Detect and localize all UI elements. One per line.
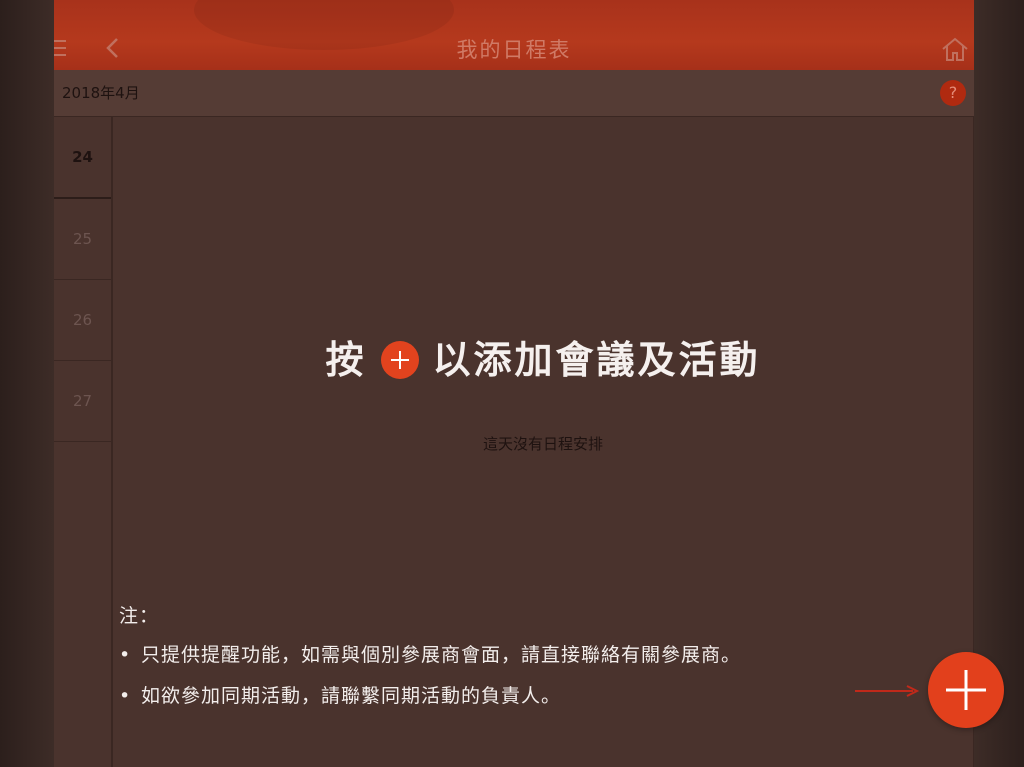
schedule-panel: 按 以添加會議及活動 這天沒有日程安排 注： • 只提供提醒功能，如需與個別參展商會…	[112, 117, 1004, 767]
add-hint: 按 以添加會議及活動	[113, 329, 973, 385]
note-item: • 只提供提醒功能，如需與個別參展商會面，請直接聯絡有關參展商。	[119, 640, 741, 667]
help-button[interactable]: ?	[940, 80, 966, 106]
bullet-icon: •	[119, 644, 132, 666]
date-list: 24 25 26 27	[54, 117, 112, 767]
add-hint-suffix: 以添加會議及活動	[432, 338, 761, 382]
bullet-icon: •	[119, 685, 132, 707]
screen: 我的日程表 2018年4月 ? 24 25 26 27 按 以添加會議及活動 這天…	[0, 0, 1024, 767]
header-bar: 我的日程表	[54, 0, 974, 70]
plus-icon	[380, 340, 419, 379]
month-bar: 2018年4月 ?	[54, 70, 974, 117]
notes-section: 注： • 只提供提醒功能，如需與個別參展商會面，請直接聯絡有關參展商。 • 如欲參加…	[119, 601, 741, 722]
month-label: 2018年4月	[62, 84, 140, 102]
add-hint-prefix: 按	[325, 338, 367, 382]
add-event-button[interactable]	[928, 652, 1004, 728]
note-text: 如欲參加同期活動，請聯繫同期活動的負責人。	[141, 685, 562, 707]
notes-title: 注：	[119, 605, 160, 627]
home-icon[interactable]	[940, 36, 970, 62]
note-text: 只提供提醒功能，如需與個別參展商會面，請直接聯絡有關參展商。	[141, 644, 742, 666]
note-item: • 如欲參加同期活動，請聯繫同期活動的負責人。	[119, 681, 741, 708]
date-item[interactable]: 27	[54, 361, 111, 442]
arrow-right-icon	[855, 685, 920, 697]
page-title: 我的日程表	[456, 38, 572, 62]
date-item[interactable]: 26	[54, 280, 111, 361]
date-item[interactable]: 25	[54, 199, 111, 280]
date-item-selected[interactable]: 24	[54, 117, 111, 199]
empty-schedule-message: 這天沒有日程安排	[482, 435, 603, 453]
app-window: 我的日程表 2018年4月 ? 24 25 26 27 按 以添加會議及活動 這天…	[54, 0, 1004, 767]
